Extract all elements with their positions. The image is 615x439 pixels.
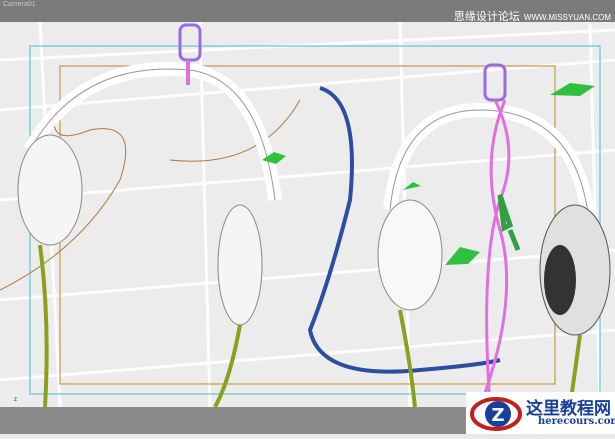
viewport-label[interactable]: Camera01 [3,1,36,8]
logo-url: herecours.com [538,416,615,427]
viewport-header: Camera01 思缘设计论坛 WWW.MISSYUAN.COM [0,0,615,23]
scene-render [0,21,615,408]
logo-letter: Z [491,405,504,426]
watermark-url: WWW.MISSYUAN.COM [523,13,611,22]
camera-viewport[interactable] [0,21,615,408]
watermark-logo: Z 这里教程网 herecours.com [466,392,615,434]
axis-gizmo: z [14,397,17,403]
z-logo-icon: Z [470,397,522,431]
